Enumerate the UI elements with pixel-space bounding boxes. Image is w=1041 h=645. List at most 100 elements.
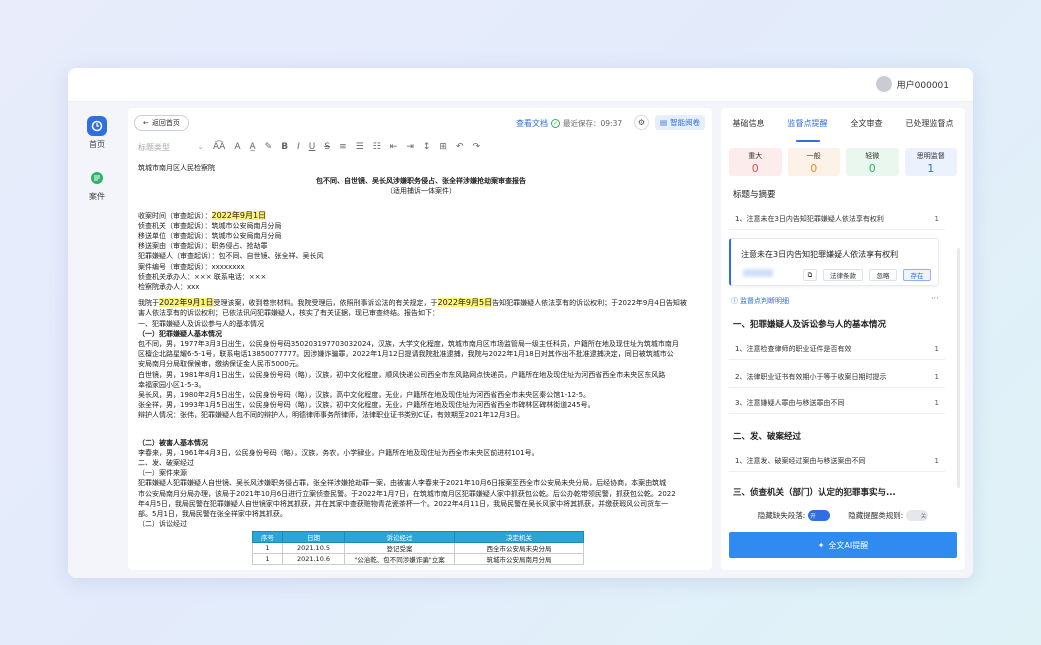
tab-full-review[interactable]: 全文审查 [851,118,883,142]
nav-label-cases: 案件 [89,192,105,201]
list-item-text: 2、法律职业证书有效期小于等于收案日期时提示 [735,372,887,381]
doc-line: 辩护人情况：张伟，犯罪嫌疑人包不同的辩护人，明德律师事务所律师，法律职业证书类别… [138,411,525,420]
doc-line: 检察院承办人：xxx [138,283,200,292]
law-rule-button[interactable]: 法律条款 [823,269,863,281]
font-type-icon[interactable]: A [234,142,240,152]
card-minor[interactable]: 轻微 0 [846,148,899,176]
table-icon[interactable]: ⊞ [439,142,447,152]
highlight-icon[interactable]: ✎ [265,142,273,152]
table-cell: 1 [252,553,283,565]
list-item-text: 1、注意检查律师的职业证件是否有效 [735,344,852,353]
ai-remind-label: 全文AI提醒 [828,540,869,550]
doc-line: 包不同，男，1977年3月3日出生，公民身份号码3502031977030320… [138,340,679,349]
document-header: ← 返回首页 查看文档 ✓ 最近保存：09:37 ⚙ ▤ 智能阅卷 标题类型 ⌄ … [128,108,712,158]
doc-line: 收案时间（审查起诉）：2022年9月1日 [138,210,704,221]
underline-icon[interactable]: U [309,142,316,152]
tab-supervision-reminder[interactable]: 监督点提醒 [788,118,828,142]
doc-line: 安局南月分局取保候审，缴纳保证金人民币5000元。 [138,360,303,369]
doc-line: 李春来，男，1961年4月3日，公民身份号码（略），汉族，务农，小学肄业，户籍所… [138,448,539,457]
exists-button[interactable]: 存在 [903,269,931,281]
undo-icon[interactable]: ↶ [456,142,464,152]
top-bar: 用户000001 [68,68,973,102]
doc-line: 二、发、破案经过 [138,459,194,468]
doc-line: 张全祥，男，1993年1月5日出生，公民身份号码（略），汉族，初中文化程度，无业… [138,401,595,410]
bold-icon[interactable]: B [281,142,288,152]
doc-line: 侦查机关承办人：××× 联系电话：××× [138,272,267,281]
card-general[interactable]: 一般 0 [787,148,840,176]
italic-icon[interactable]: I [297,142,300,152]
card-major[interactable]: 重大 0 [729,148,782,176]
redo-icon[interactable]: ↷ [473,142,481,152]
list-item-text: 3、注意嫌疑人罪由与移送罪由不同 [735,398,845,407]
supervise-detail-link[interactable]: ⓘ 监督点判断明细 [731,296,789,306]
highlight-date: 2022年9月1日 [159,298,214,308]
table-cell: 2021.10.5 [282,542,345,554]
litigation-table: 序号 日期 诉讼经过 决定机关 1 2021.10.5 登记受案 西全市公安局未… [252,531,584,565]
indent-increase-icon[interactable]: ⇥ [406,142,414,152]
app-window: 用户000001 首页 案件 ← 返回首页 查看文档 ✓ 最近保存：09:37 [68,68,973,578]
card-label: 重大 [748,152,763,160]
hide-rule-label: 隐藏提醒类规则: [848,511,904,520]
nav-item-cases[interactable]: 案件 [68,168,126,202]
card-supervise[interactable]: 思明监督 1 [904,148,957,176]
tab-processed[interactable]: 已处理监督点 [906,118,954,142]
more-icon[interactable]: ··· [931,294,939,303]
doc-title: 包不同、自世镜、吴长风涉嫌职务侵占、张全祥涉嫌抢劫案审查报告 [316,177,526,186]
align-icon[interactable]: ≡ [339,142,347,152]
doc-line: 案件编号（审查起诉）：xxxxxxxx [138,262,245,271]
section-title-summary: 标题与摘要 [733,190,776,200]
hide-missing-label: 隐藏缺失段落: [757,511,806,520]
copy-icon[interactable]: ⧉ [803,269,817,281]
list-item[interactable]: 1、注意发、破案经过案由与移送案由不同 1 [729,450,945,472]
heading-type-select[interactable]: 标题类型 ⌄ [138,142,204,153]
smart-review-label: 智能阅卷 [670,118,701,127]
doc-text: 告知犯罪嫌疑人依法享有的诉讼权利；于2022年9月4日告知被 [492,299,687,308]
card-value: 1 [927,162,935,175]
list-item[interactable]: 1、注意检查律师的职业证件是否有效 1 [729,338,945,360]
highlight-date: 2022年9月5日 [437,298,493,308]
list-item-count: 1 [934,214,939,223]
smart-icon: ▤ [660,118,668,127]
sparkle-icon: ✦ [817,540,825,550]
hide-missing-switch[interactable]: 开 [808,510,831,521]
home-icon [87,116,107,136]
scrollbar[interactable] [957,248,960,488]
strikethrough-icon[interactable]: S [324,142,330,152]
list-item[interactable]: 3、注意嫌疑人罪由与移送罪由不同 1 [729,392,945,414]
view-document-link[interactable]: 查看文档 [516,118,548,129]
nav-item-home[interactable]: 首页 [68,116,126,150]
ignore-button[interactable]: 忽略 [869,269,897,281]
tab-basic-info[interactable]: 基础信息 [733,118,765,142]
doc-line: 市公安局南月分局办理，该局于2021年10月6日进行立案侦查民警。于2022年1… [138,489,676,498]
detail-card[interactable]: 注意未在3日内告知犯罪嫌疑人依法享有权利 ⧉ 法律条款 忽略 存在 [729,238,939,286]
list-item-count: 1 [934,344,939,353]
font-size-icon[interactable]: A͡A [213,142,225,152]
cases-icon [87,168,107,188]
table-row: 1 2021.10.5 登记受案 西全市公安局未央分局 [252,542,584,554]
document-body[interactable]: 筑城市南月区人民检察院 包不同、自世镜、吴长风涉嫌职务侵占、张全祥涉嫌抢劫案审查… [138,163,704,530]
arrow-left-icon: ← [143,119,149,127]
list-item[interactable]: 2、法律职业证书有效期小于等于收案日期时提示 1 [729,366,945,388]
user-menu[interactable]: 用户000001 [875,76,949,92]
hide-missing-toggle[interactable]: 隐藏缺失段落: 开 [758,510,831,521]
back-home-button[interactable]: ← 返回首页 [134,115,189,131]
font-color-icon[interactable]: A̲ [250,142,256,152]
indent-decrease-icon[interactable]: ⇤ [390,142,398,152]
hide-rule-switch[interactable]: 关 [906,510,929,521]
table-cell: "公治乾、包不同涉嫌诈骗"立案 [344,553,455,565]
hide-rule-toggle[interactable]: 隐藏提醒类规则: 关 [848,510,929,521]
table-cell: 2021.10.6 [282,553,345,565]
doc-line: 侦查机关（审查起诉）：筑城市公安局南月分局 [138,221,282,230]
list-item[interactable]: 1、注意未在3日内告知犯罪嫌疑人依法享有权利 1 [729,208,945,230]
table-header: 决定机关 [454,531,584,543]
list-bullet-icon[interactable]: ☷ [373,142,381,152]
card-value: 0 [810,162,818,175]
supervise-detail-label: 监督点判断明细 [740,297,789,305]
doc-line: 区檀企北路星耀6-5-1号，联系电话13850077777。因涉嫌诈骗罪，202… [138,350,674,359]
severity-cards: 重大 0 一般 0 轻微 0 思明监督 1 [729,148,957,176]
line-height-icon[interactable]: ↕ [423,142,431,152]
list-ordered-icon[interactable]: ☰ [356,142,364,152]
ai-remind-button[interactable]: ✦ 全文AI提醒 [729,532,957,558]
smart-review-button[interactable]: ▤ 智能阅卷 [655,115,706,130]
gear-icon[interactable]: ⚙ [634,115,649,130]
